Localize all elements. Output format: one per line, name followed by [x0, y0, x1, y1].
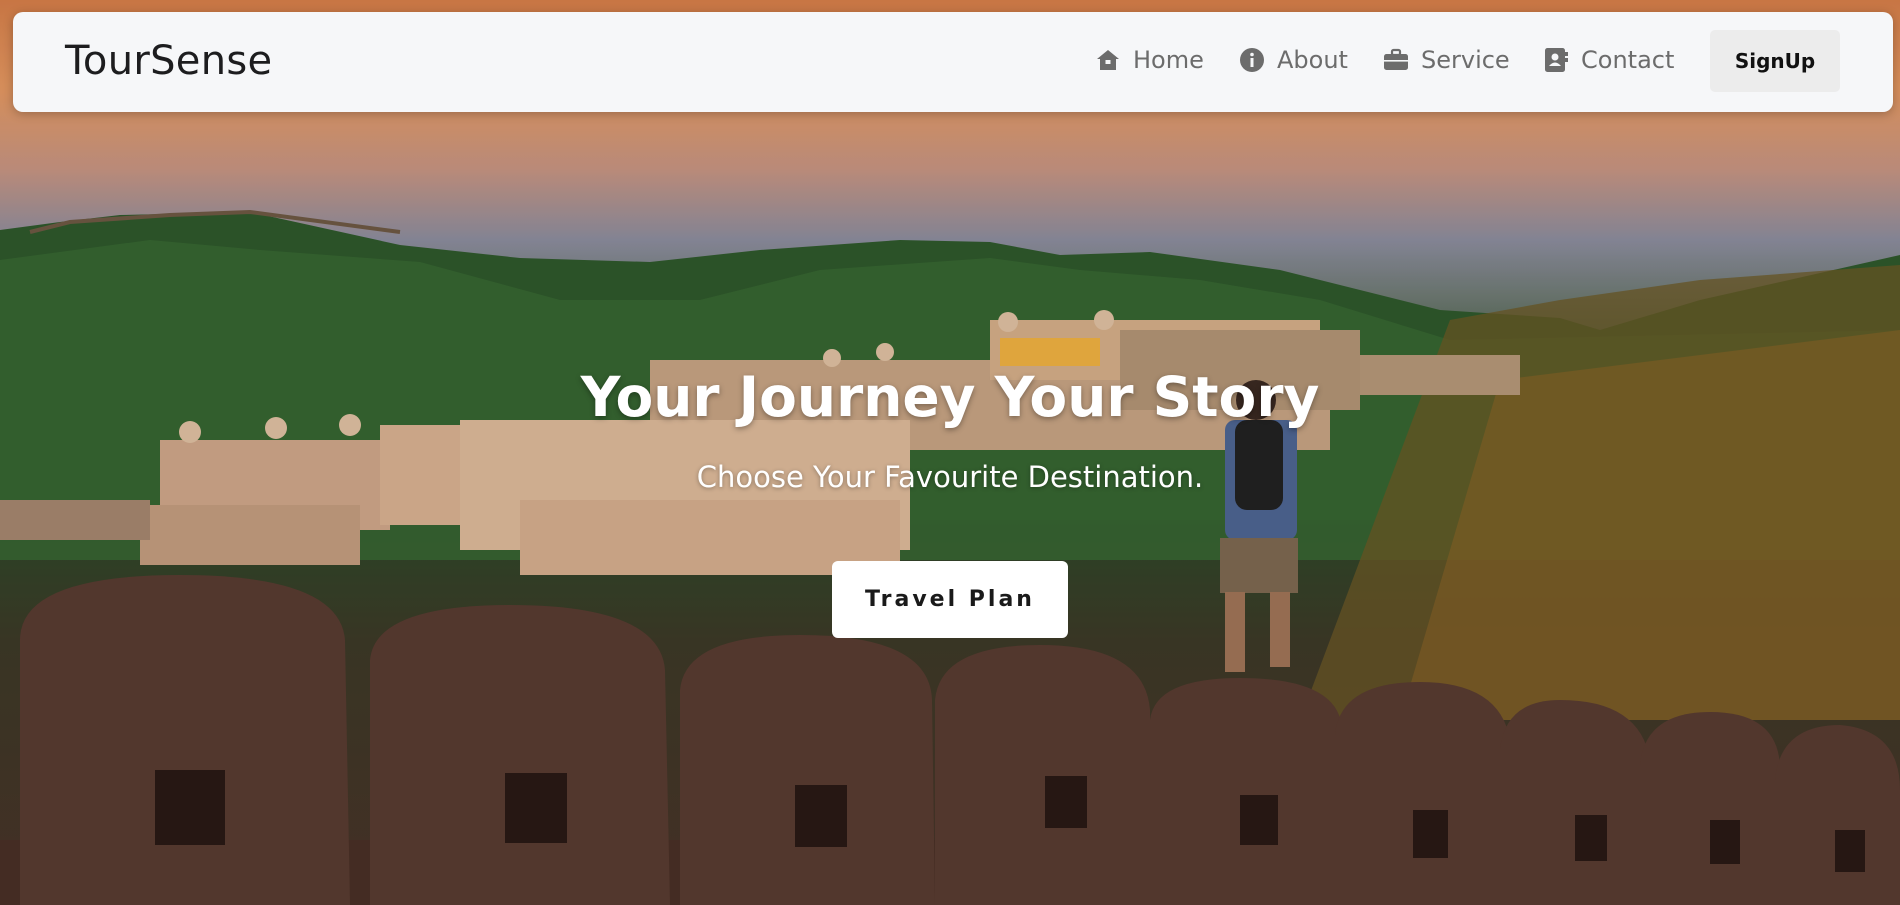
nav-item-home[interactable]: Home	[1095, 46, 1204, 74]
nav-item-label: About	[1277, 46, 1348, 74]
nav-item-service[interactable]: Service	[1383, 46, 1510, 74]
briefcase-icon	[1383, 47, 1409, 73]
home-icon	[1095, 47, 1121, 73]
hero-overlay	[0, 0, 1900, 905]
travel-plan-button[interactable]: Travel Plan	[832, 561, 1068, 638]
nav-item-contact[interactable]: Contact	[1543, 46, 1674, 74]
brand-logo[interactable]: TourSense	[65, 38, 272, 84]
nav-item-label: Contact	[1581, 46, 1675, 74]
nav-item-label: Home	[1133, 46, 1204, 74]
hero-subtitle: Choose Your Favourite Destination.	[696, 460, 1204, 494]
info-icon	[1239, 47, 1265, 73]
nav-item-about[interactable]: About	[1239, 46, 1348, 74]
navbar: TourSense Home About Service Contact Sig…	[13, 12, 1893, 112]
nav-item-label: Service	[1421, 46, 1510, 74]
hero-title: Your Journey Your Story	[580, 365, 1320, 429]
signup-button[interactable]: SignUp	[1710, 30, 1840, 92]
hero-section: TourSense Home About Service Contact Sig…	[0, 0, 1900, 905]
contact-book-icon	[1543, 47, 1569, 73]
